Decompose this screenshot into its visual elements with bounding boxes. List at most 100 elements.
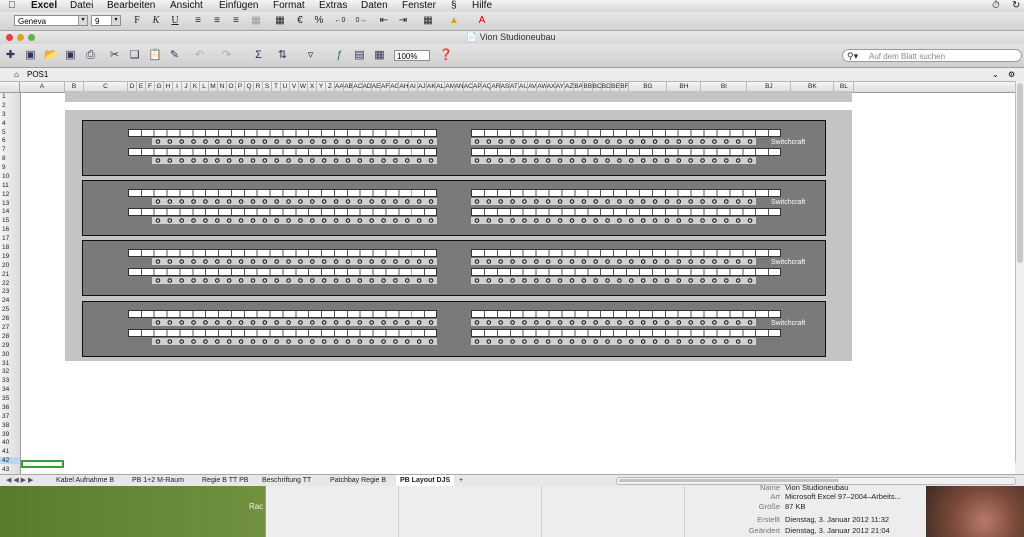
row-header[interactable]: 21 bbox=[0, 271, 20, 278]
row-header[interactable]: 10 bbox=[0, 173, 20, 180]
underline-button[interactable]: U bbox=[169, 14, 181, 28]
row-header[interactable]: 42 bbox=[0, 457, 20, 465]
row-header[interactable]: 27 bbox=[0, 324, 20, 331]
chevron-down-icon[interactable]: ⌄ bbox=[992, 68, 999, 81]
undo-icon[interactable]: ↶ bbox=[193, 49, 206, 62]
save-icon[interactable]: ▣ bbox=[64, 49, 77, 62]
gear-icon[interactable]: ⚙ bbox=[1008, 68, 1015, 81]
menu-fenster[interactable]: Fenster bbox=[402, 0, 436, 12]
increase-indent-icon[interactable]: ⇥ bbox=[396, 14, 410, 28]
italic-button[interactable]: K bbox=[150, 14, 162, 28]
row-header[interactable]: 23 bbox=[0, 288, 20, 295]
row-header[interactable]: 30 bbox=[0, 351, 20, 358]
tab-kabel-aufnahme-b[interactable]: Kabel Aufnahme B bbox=[52, 475, 118, 486]
row-header[interactable]: 5 bbox=[0, 129, 20, 136]
font-name-select[interactable]: Geneva ▾ bbox=[14, 15, 88, 26]
column-header[interactable]: A bbox=[20, 82, 65, 92]
format-painter-icon[interactable]: ✎ bbox=[168, 49, 181, 62]
print-icon[interactable]: ⎙ bbox=[84, 49, 97, 62]
template-gallery-icon[interactable]: ▣ bbox=[24, 49, 37, 62]
open-icon[interactable]: 📂 bbox=[44, 49, 58, 62]
toolbox-icon[interactable]: ▤ bbox=[353, 49, 366, 62]
row-header[interactable]: 9 bbox=[0, 164, 20, 171]
gallery-icon[interactable]: ▦ bbox=[373, 49, 386, 62]
tab-beschriftung-tt[interactable]: Beschriftung TT bbox=[258, 475, 315, 486]
font-size-select[interactable]: 9 ▾ bbox=[91, 15, 121, 26]
row-header[interactable]: 6 bbox=[0, 137, 20, 144]
row-header[interactable]: 11 bbox=[0, 182, 20, 189]
row-header[interactable]: 19 bbox=[0, 253, 20, 260]
row-header[interactable]: 12 bbox=[0, 191, 20, 198]
time-machine-icon[interactable]: ⏱ bbox=[992, 0, 1000, 12]
row-header[interactable]: 3 bbox=[0, 111, 20, 118]
function-icon[interactable]: ƒ bbox=[333, 49, 346, 62]
row-header[interactable]: 25 bbox=[0, 306, 20, 313]
row-header[interactable]: 17 bbox=[0, 235, 20, 242]
selected-cell[interactable] bbox=[21, 460, 64, 468]
apple-menu-icon[interactable]:  bbox=[8, 0, 16, 12]
menu-datei[interactable]: Datei bbox=[70, 0, 93, 12]
row-header[interactable]: 4 bbox=[0, 120, 20, 127]
paste-icon[interactable]: 📋 bbox=[148, 49, 162, 62]
percent-button[interactable]: % bbox=[313, 14, 325, 28]
home-icon[interactable]: ⌂ bbox=[14, 68, 19, 81]
euro-button[interactable]: € bbox=[294, 14, 306, 28]
copy-icon[interactable]: ❏ bbox=[128, 49, 141, 62]
row-header[interactable]: 29 bbox=[0, 342, 20, 349]
decrease-indent-icon[interactable]: ⇤ bbox=[377, 14, 391, 28]
fill-color-icon[interactable]: ▲ bbox=[446, 14, 462, 28]
vertical-scrollbar[interactable] bbox=[1015, 81, 1024, 463]
menu-format[interactable]: Format bbox=[273, 0, 305, 12]
row-header[interactable]: 24 bbox=[0, 297, 20, 304]
add-sheet-button[interactable]: + bbox=[455, 475, 467, 486]
row-header[interactable]: 34 bbox=[0, 386, 20, 393]
row-header[interactable]: 32 bbox=[0, 368, 20, 375]
close-icon[interactable] bbox=[6, 34, 13, 41]
align-left-icon[interactable]: ≡ bbox=[192, 14, 204, 28]
menu-extras[interactable]: Extras bbox=[319, 0, 347, 12]
tab-pb-1-2-m-raum[interactable]: PB 1+2 M-Raum bbox=[128, 475, 188, 486]
align-right-icon[interactable]: ≡ bbox=[230, 14, 242, 28]
menu-ansicht[interactable]: Ansicht bbox=[170, 0, 203, 12]
menu-bearbeiten[interactable]: Bearbeiten bbox=[107, 0, 155, 12]
decrease-decimal-icon[interactable]: 0→ bbox=[354, 14, 368, 28]
menu-daten[interactable]: Daten bbox=[361, 0, 388, 12]
menu-app[interactable]: Excel bbox=[31, 0, 57, 12]
row-header[interactable]: 13 bbox=[0, 200, 20, 207]
new-document-icon[interactable]: ✚ bbox=[4, 49, 17, 62]
row-header[interactable]: 37 bbox=[0, 413, 20, 420]
help-icon[interactable]: ❓ bbox=[439, 49, 453, 62]
increase-decimal-icon[interactable]: ←0 bbox=[333, 14, 347, 28]
row-header[interactable]: 41 bbox=[0, 448, 20, 455]
align-center-icon[interactable]: ≡ bbox=[211, 14, 223, 28]
row-header[interactable]: 43 bbox=[0, 466, 20, 473]
select-all-corner[interactable] bbox=[0, 82, 20, 92]
tab-pb-layout-djs[interactable]: PB Layout DJS bbox=[396, 475, 455, 486]
row-header[interactable]: 8 bbox=[0, 155, 20, 162]
minimize-icon[interactable] bbox=[17, 34, 24, 41]
row-header[interactable]: 7 bbox=[0, 146, 20, 153]
filter-icon[interactable]: ▿ bbox=[304, 49, 317, 62]
autosum-icon[interactable]: Σ bbox=[252, 49, 265, 62]
redo-icon[interactable]: ↷ bbox=[220, 49, 233, 62]
row-header[interactable]: 26 bbox=[0, 315, 20, 322]
zoom-icon[interactable] bbox=[28, 34, 35, 41]
menu-hilfe[interactable]: Hilfe bbox=[472, 0, 492, 12]
sync-icon[interactable]: ↻ bbox=[1012, 0, 1020, 12]
tab-regie-b-tt-pb[interactable]: Regie B TT PB bbox=[198, 475, 252, 486]
currency-format-icon[interactable]: ▦ bbox=[274, 14, 286, 28]
tab-patchbay-regie-b[interactable]: Patchbay Regie B bbox=[326, 475, 390, 486]
row-header[interactable]: 16 bbox=[0, 226, 20, 233]
row-header[interactable]: 36 bbox=[0, 404, 20, 411]
row-header[interactable]: 40 bbox=[0, 439, 20, 446]
font-color-icon[interactable]: A bbox=[474, 14, 490, 28]
sheet-name[interactable]: POS1 bbox=[27, 68, 48, 81]
row-header[interactable]: 31 bbox=[0, 360, 20, 367]
row-header[interactable]: 2 bbox=[0, 102, 20, 109]
sheet-search-input[interactable]: ⚲▾ Auf dem Blatt suchen bbox=[842, 49, 1022, 62]
tab-nav-arrows[interactable]: ◀ ◀ ▶ ▶ bbox=[2, 475, 37, 486]
row-header[interactable]: 35 bbox=[0, 395, 20, 402]
row-header[interactable]: 14 bbox=[0, 208, 20, 215]
row-header[interactable]: 28 bbox=[0, 333, 20, 340]
row-header[interactable]: 15 bbox=[0, 217, 20, 224]
